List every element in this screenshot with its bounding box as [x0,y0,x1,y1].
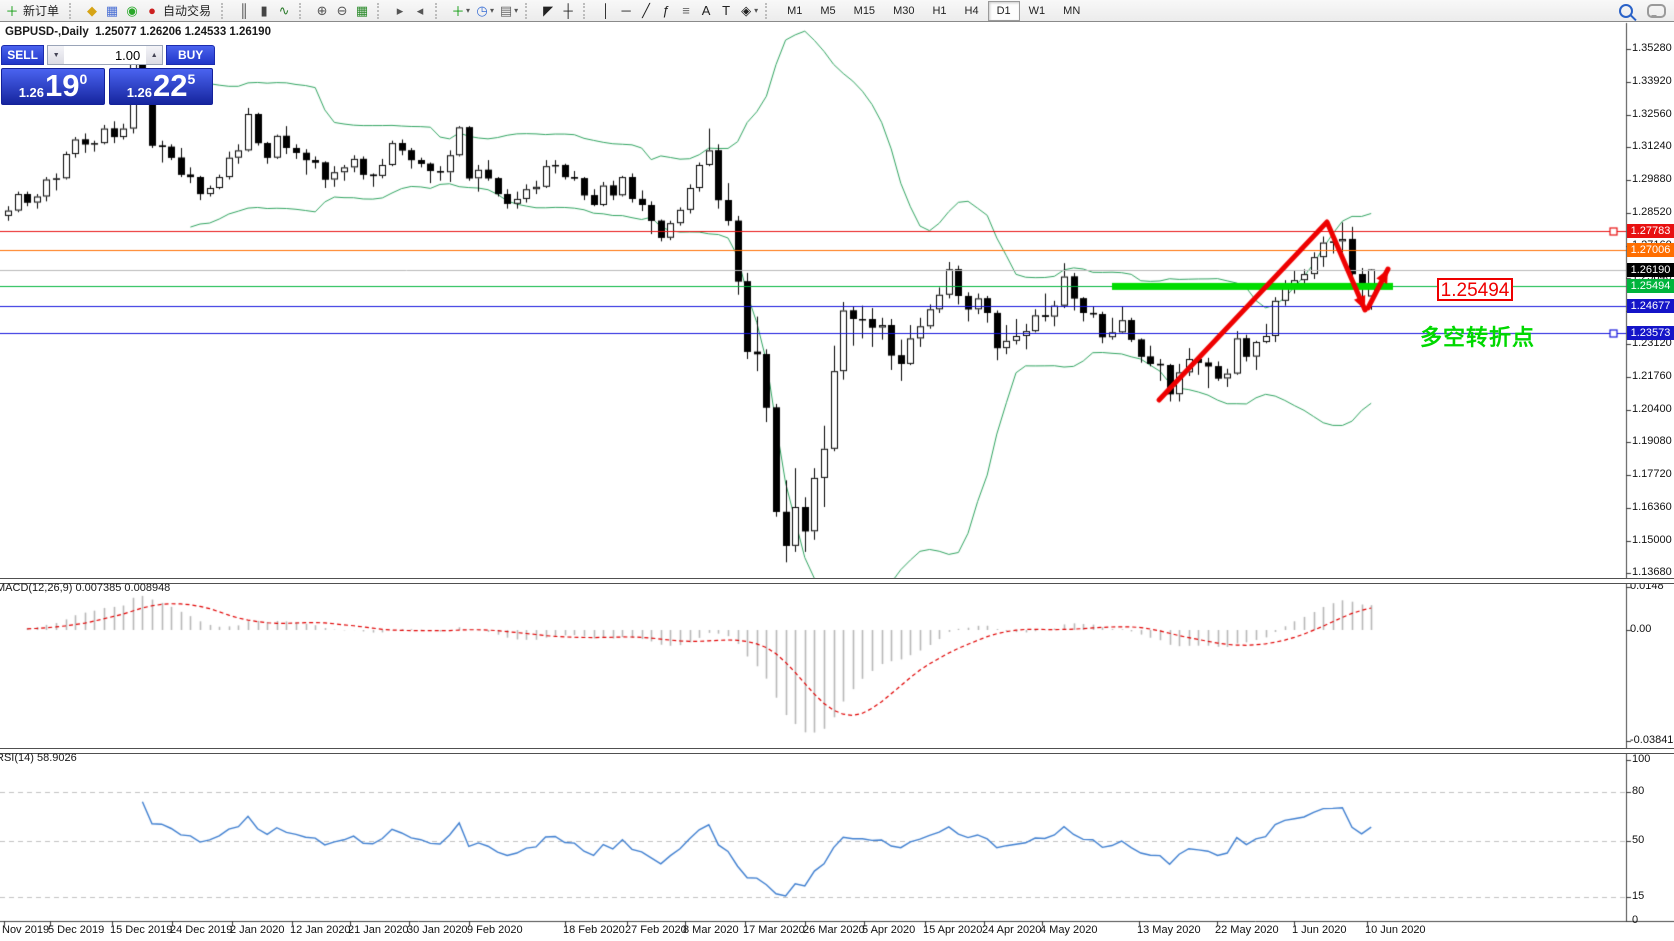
rsi-window-separator[interactable] [0,748,1674,754]
toolbar: ＋新订单◆▦◉●自动交易║▮∿⊕⊖▦▸◂＋▾◷▾▤▾◤┼│─╱ƒ≡AT◈▾ M1… [0,0,1674,22]
zoom-out-icon[interactable]: ⊖ [332,1,352,21]
symbol-period-label: GBPUSD-,Daily [5,26,89,38]
volume-stepper: ▼ ▲ [47,45,163,65]
toolbar-separator [221,3,230,19]
timeframe-m5-button[interactable]: M5 [811,1,844,21]
fibo-retracement-icon[interactable]: ƒ [656,1,676,21]
crosshair-icon[interactable]: ┼ [558,1,578,21]
timeframe-d1-button[interactable]: D1 [988,1,1020,21]
horizontal-line-icon[interactable]: ─ [616,1,636,21]
timeframe-m30-button[interactable]: M30 [884,1,923,21]
toolbar-separator [69,3,78,19]
auto-trading-label[interactable]: 自动交易 [163,2,211,19]
dropdown-caret-icon[interactable]: ▾ [514,6,518,15]
text-label-icon[interactable]: T [716,1,736,21]
rsi-value: 58.9026 [37,752,77,764]
timeframe-buttons: M1M5M15M30H1H4D1W1MN [778,0,1089,22]
timeframe-h1-button[interactable]: H1 [923,1,955,21]
volume-input[interactable] [64,46,146,64]
toolbar-separator [299,3,308,19]
macd-indicator-label: MACD(12,26,9) 0.007385 0.008948 [0,582,170,594]
buy-button[interactable]: BUY [166,45,215,65]
chart-title: GBPUSD-,Daily 1.25077 1.26206 1.24533 1.… [5,26,271,38]
toolbar-left-icons: ＋新订单◆▦◉●自动交易║▮∿⊕⊖▦▸◂＋▾◷▾▤▾◤┼│─╱ƒ≡AT◈▾ [2,0,778,22]
timeframe-m15-button[interactable]: M15 [845,1,884,21]
search-icon[interactable] [1619,4,1633,18]
sell-button[interactable]: SELL [1,45,44,65]
timeframe-h4-button[interactable]: H4 [956,1,988,21]
macd-window-separator[interactable] [0,578,1674,584]
trendline-icon[interactable]: ╱ [636,1,656,21]
profiles-icon[interactable]: ◆ [82,1,102,21]
auto-scroll-icon[interactable]: ▸ [390,1,410,21]
cursor-icon[interactable]: ◤ [538,1,558,21]
timeframe-w1-button[interactable]: W1 [1020,1,1055,21]
dropdown-caret-icon[interactable]: ▾ [490,6,494,15]
toolbar-right-icons [1619,0,1666,22]
chat-icon[interactable] [1647,4,1666,18]
sell-price-big: 19 [45,69,79,103]
dropdown-caret-icon[interactable]: ▾ [754,6,758,15]
buy-price-big: 22 [153,69,187,103]
periods-icon[interactable]: ◷ [472,1,492,21]
fibo-expansion-icon[interactable]: ≡ [676,1,696,21]
volume-decrease-button[interactable]: ▼ [48,46,64,64]
line-chart-icon[interactable]: ∿ [274,1,294,21]
price-level-text-box: 1.25494 [1437,278,1513,301]
text-icon[interactable]: A [696,1,716,21]
zoom-in-icon[interactable]: ⊕ [312,1,332,21]
toolbar-separator [583,3,592,19]
macd-values: 0.007385 0.008948 [75,582,170,594]
timeframe-mn-button[interactable]: MN [1054,1,1089,21]
dropdown-caret-icon[interactable]: ▾ [466,6,470,15]
chart-canvas[interactable] [0,0,1674,941]
toolbar-separator [377,3,386,19]
turning-point-annotation: 多空转折点 [1420,320,1535,352]
ohlc-values-label: 1.25077 1.26206 1.24533 1.26190 [95,26,271,38]
macd-name: MACD(12,26,9) [0,582,72,594]
sell-price-prefix: 1.26 [19,85,44,100]
new-order-icon[interactable]: ＋ [2,1,22,21]
candlestick-chart-icon[interactable]: ▮ [254,1,274,21]
indicators-icon[interactable]: ＋ [448,1,468,21]
toolbar-separator [435,3,444,19]
rsi-name: RSI(14) [0,752,34,764]
templates-icon[interactable]: ▤ [496,1,516,21]
buy-price-prefix: 1.26 [127,85,152,100]
auto-trading-icon[interactable]: ● [142,1,162,21]
tile-windows-icon[interactable]: ▦ [352,1,372,21]
market-watch-icon[interactable]: ▦ [102,1,122,21]
toolbar-separator [525,3,534,19]
data-feed-icon[interactable]: ◉ [122,1,142,21]
chart-shift-icon[interactable]: ◂ [410,1,430,21]
arrows-icon[interactable]: ◈ [736,1,756,21]
sell-price-sup: 0 [80,71,88,87]
sell-price-button[interactable]: 1.26 19 0 [1,68,105,105]
bar-chart-icon[interactable]: ║ [234,1,254,21]
toolbar-separator [765,3,774,19]
volume-increase-button[interactable]: ▲ [146,46,162,64]
buy-price-sup: 5 [188,71,196,87]
one-click-trading-panel: SELL ▼ ▲ BUY 1.26 19 0 1.26 22 5 [1,45,215,105]
buy-price-button[interactable]: 1.26 22 5 [109,68,213,105]
timeframe-m1-button[interactable]: M1 [778,1,811,21]
rsi-indicator-label: RSI(14) 58.9026 [0,752,77,764]
vertical-line-icon[interactable]: │ [596,1,616,21]
new-order-label[interactable]: 新订单 [23,2,59,19]
